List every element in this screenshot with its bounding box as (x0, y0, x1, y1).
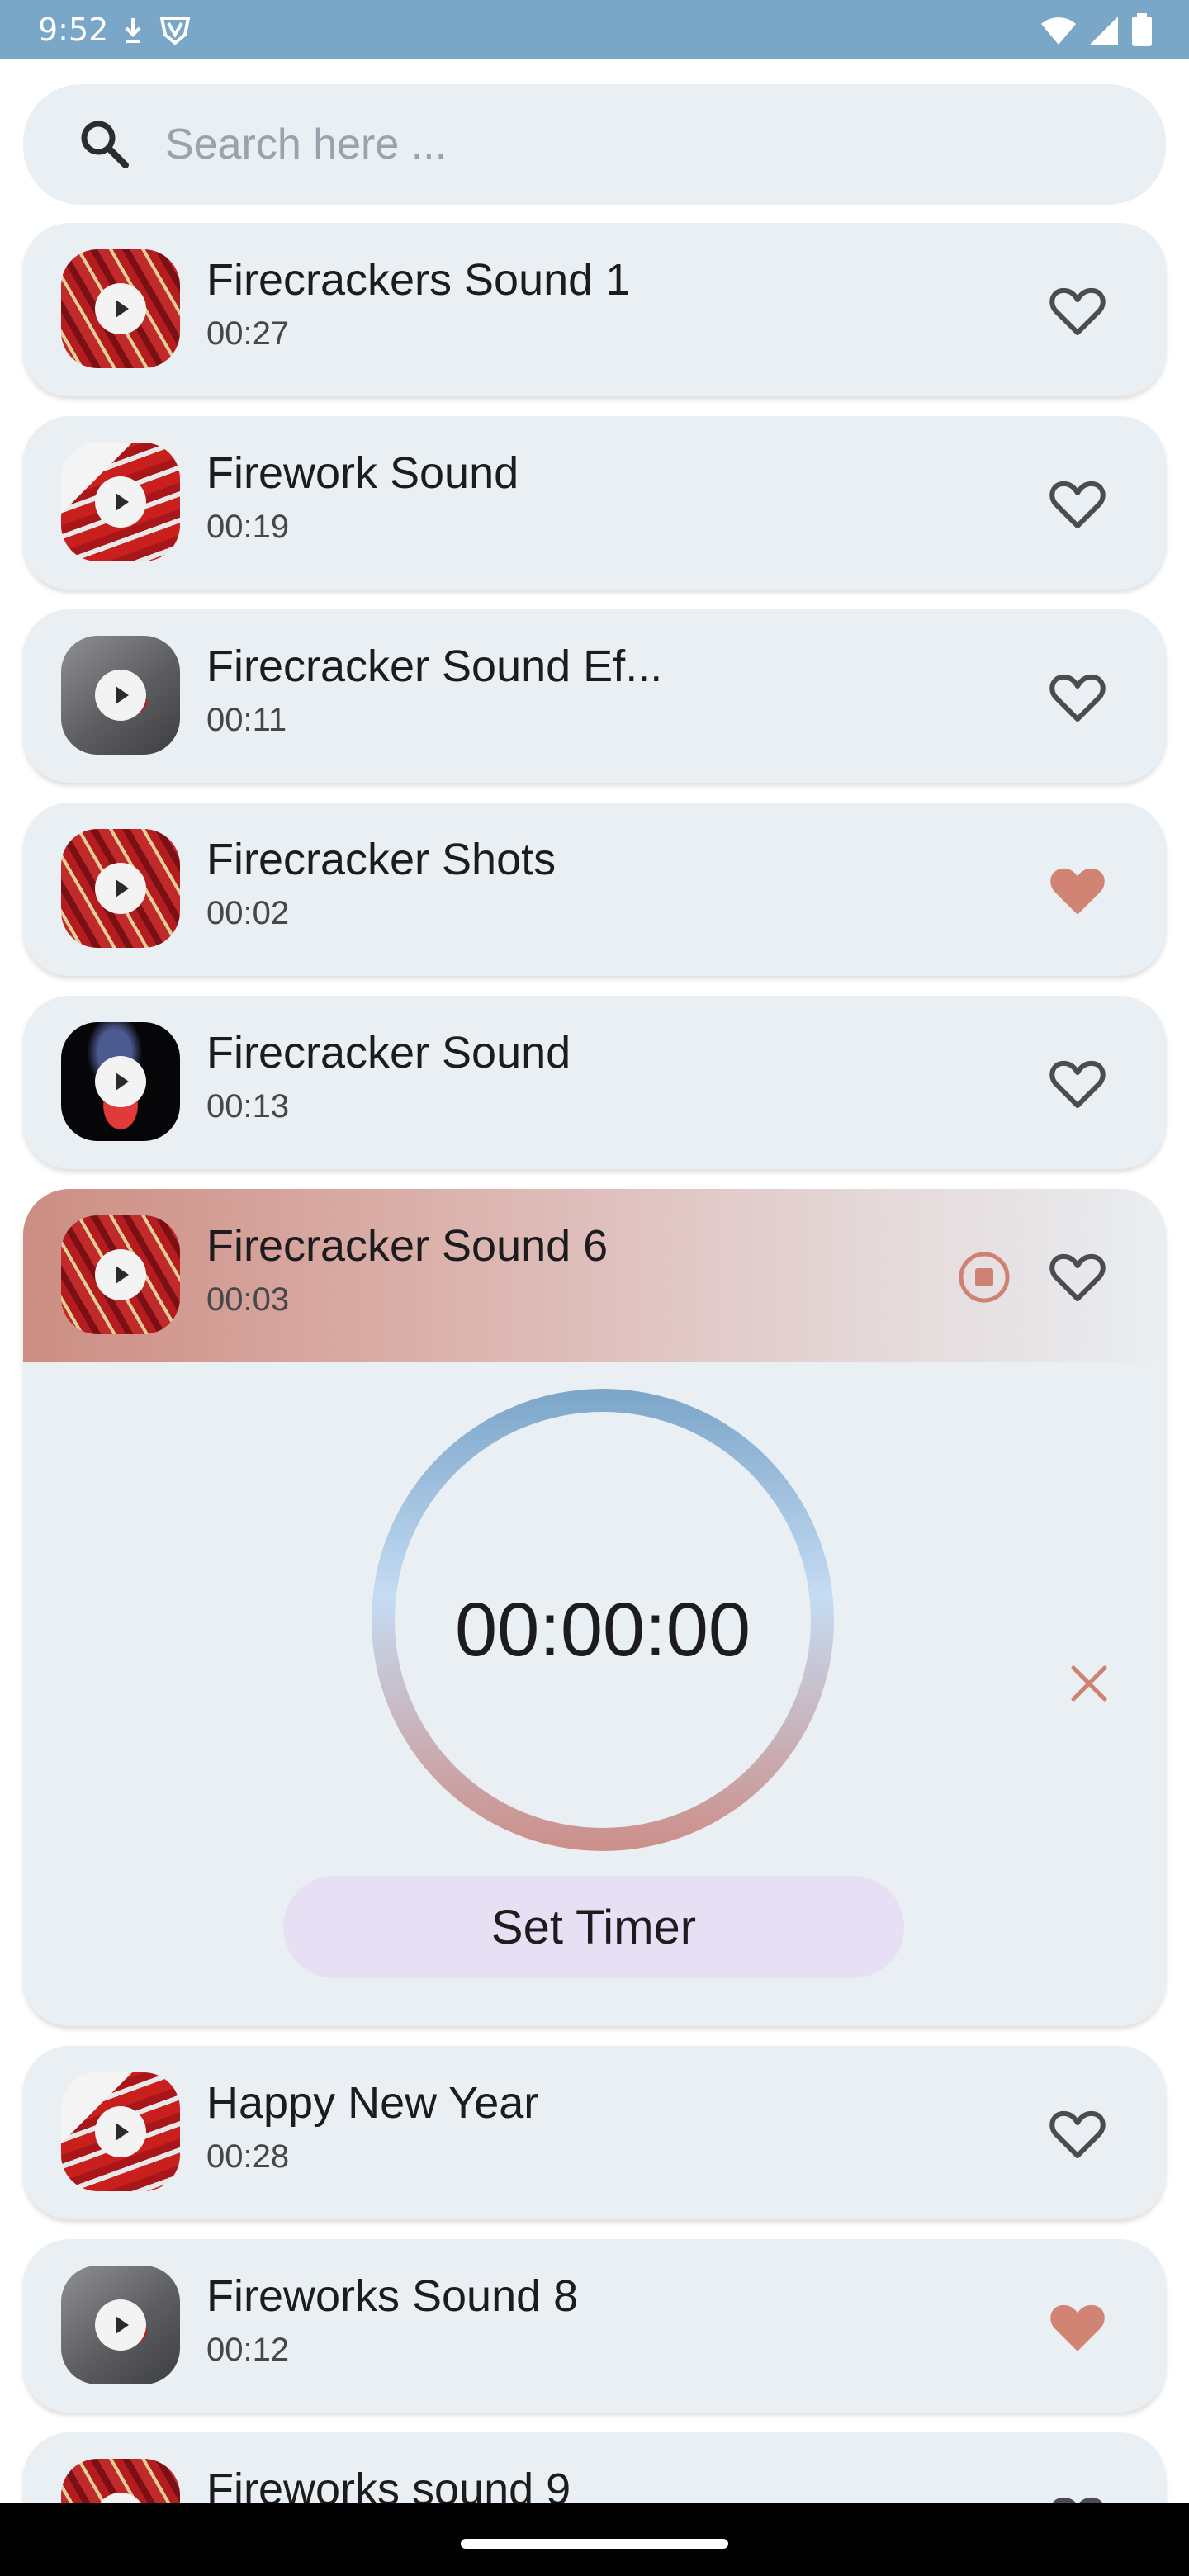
sound-card[interactable]: Firecrackers Sound 1 00:27 (23, 223, 1166, 396)
play-icon[interactable] (95, 863, 146, 914)
sound-card[interactable]: Fireworks sound 9 (23, 2432, 1166, 2503)
sound-card[interactable]: Firecracker Sound Ef... 00:11 (23, 609, 1166, 783)
timer-ring: 00:00:00 (372, 1389, 834, 1851)
heart-filled-icon[interactable] (1047, 2297, 1108, 2358)
heart-outline-icon[interactable] (1047, 2490, 1108, 2503)
sound-card[interactable]: Fireworks Sound 8 00:12 (23, 2239, 1166, 2413)
sound-card-header[interactable]: Firecracker Sound 6 00:03 (23, 1189, 1166, 1362)
sound-card-header[interactable]: Fireworks sound 9 (23, 2432, 1166, 2503)
sound-title: Happy New Year (206, 2078, 539, 2128)
sound-card-header[interactable]: Happy New Year 00:28 (23, 2046, 1166, 2219)
sound-duration: 00:19 (206, 509, 290, 545)
sound-thumbnail[interactable] (61, 636, 180, 755)
sound-card-header[interactable]: Firecracker Shots 00:02 (23, 803, 1166, 976)
sound-title: Firecracker Shots (206, 835, 557, 884)
sound-thumbnail[interactable] (61, 2459, 180, 2503)
close-icon[interactable] (1067, 1661, 1111, 1706)
sound-thumbnail[interactable] (61, 2072, 180, 2191)
battery-icon (1132, 13, 1152, 46)
play-icon[interactable] (95, 476, 146, 528)
sound-card-header[interactable]: Firecrackers Sound 1 00:27 (23, 223, 1166, 396)
stop-icon[interactable] (956, 1249, 1012, 1305)
sound-duration: 00:27 (206, 315, 290, 352)
play-icon[interactable] (95, 1056, 146, 1107)
search-bar[interactable] (23, 84, 1166, 205)
play-icon[interactable] (95, 283, 146, 334)
sound-duration: 00:28 (206, 2138, 290, 2175)
sound-thumbnail[interactable] (61, 2266, 180, 2384)
search-input[interactable] (165, 109, 1073, 180)
status-time: 9:52 (38, 12, 109, 48)
play-icon[interactable] (95, 1249, 146, 1300)
sound-duration: 00:12 (206, 2332, 290, 2368)
home-gesture-handle[interactable] (461, 2539, 728, 2549)
wifi-icon (1041, 17, 1076, 45)
sound-thumbnail[interactable] (61, 829, 180, 948)
set-timer-button[interactable]: Set Timer (283, 1876, 904, 1978)
sound-list[interactable]: Firecrackers Sound 1 00:27 Firework Soun… (0, 223, 1189, 2503)
sound-card-header[interactable]: Firecracker Sound 00:13 (23, 996, 1166, 1169)
navigation-bar (0, 2503, 1189, 2576)
play-icon[interactable] (95, 2299, 146, 2351)
vpn-shield-icon (159, 17, 191, 45)
sound-duration: 00:11 (206, 702, 287, 738)
sound-card-header[interactable]: Firecracker Sound Ef... 00:11 (23, 609, 1166, 783)
sound-title: Fireworks Sound 8 (206, 2271, 579, 2321)
sound-thumbnail[interactable] (61, 443, 180, 561)
play-icon[interactable] (95, 2106, 146, 2157)
sound-title: Firecracker Sound 6 (206, 1221, 609, 1271)
sound-thumbnail[interactable] (61, 1022, 180, 1141)
heart-outline-icon[interactable] (1047, 1247, 1108, 1308)
signal-icon (1090, 17, 1118, 45)
sound-title: Firecracker Sound (206, 1028, 571, 1077)
sound-card[interactable]: Firework Sound 00:19 (23, 416, 1166, 590)
status-right-icons (1040, 13, 1153, 46)
sound-duration: 00:13 (206, 1088, 290, 1125)
sound-duration: 00:02 (206, 895, 290, 931)
heart-outline-icon[interactable] (1047, 667, 1108, 728)
sound-title: Firecrackers Sound 1 (206, 255, 631, 305)
timer-ring-inner: 00:00:00 (395, 1412, 811, 1828)
sound-card-expanded[interactable]: Firecracker Sound 6 00:03 00:00:00 Set T… (23, 1189, 1166, 2026)
sound-card[interactable]: Happy New Year 00:28 (23, 2046, 1166, 2219)
heart-filled-icon[interactable] (1047, 860, 1108, 921)
sound-thumbnail[interactable] (61, 249, 180, 368)
heart-outline-icon[interactable] (1047, 1054, 1108, 1115)
play-icon[interactable] (95, 670, 146, 721)
heart-outline-icon[interactable] (1047, 474, 1108, 535)
timer-display: 00:00:00 (454, 1588, 751, 1672)
sound-title: Fireworks sound 9 (206, 2465, 571, 2503)
sound-card[interactable]: Firecracker Shots 00:02 (23, 803, 1166, 976)
status-bar: 9:52 (0, 0, 1189, 59)
sound-card[interactable]: Firecracker Sound 00:13 (23, 996, 1166, 1169)
sound-title: Firework Sound (206, 448, 519, 498)
sound-card-header[interactable]: Firework Sound 00:19 (23, 416, 1166, 590)
sound-card-header[interactable]: Fireworks Sound 8 00:12 (23, 2239, 1166, 2413)
search-icon (81, 121, 129, 168)
sound-title: Firecracker Sound Ef... (206, 642, 663, 691)
heart-outline-icon[interactable] (1047, 2104, 1108, 2165)
status-left-icons (121, 15, 192, 46)
sound-duration: 00:03 (206, 1281, 290, 1318)
heart-outline-icon[interactable] (1047, 281, 1108, 342)
sound-thumbnail[interactable] (61, 1215, 180, 1334)
play-icon[interactable] (95, 2493, 146, 2503)
download-indicator-icon (125, 18, 141, 43)
